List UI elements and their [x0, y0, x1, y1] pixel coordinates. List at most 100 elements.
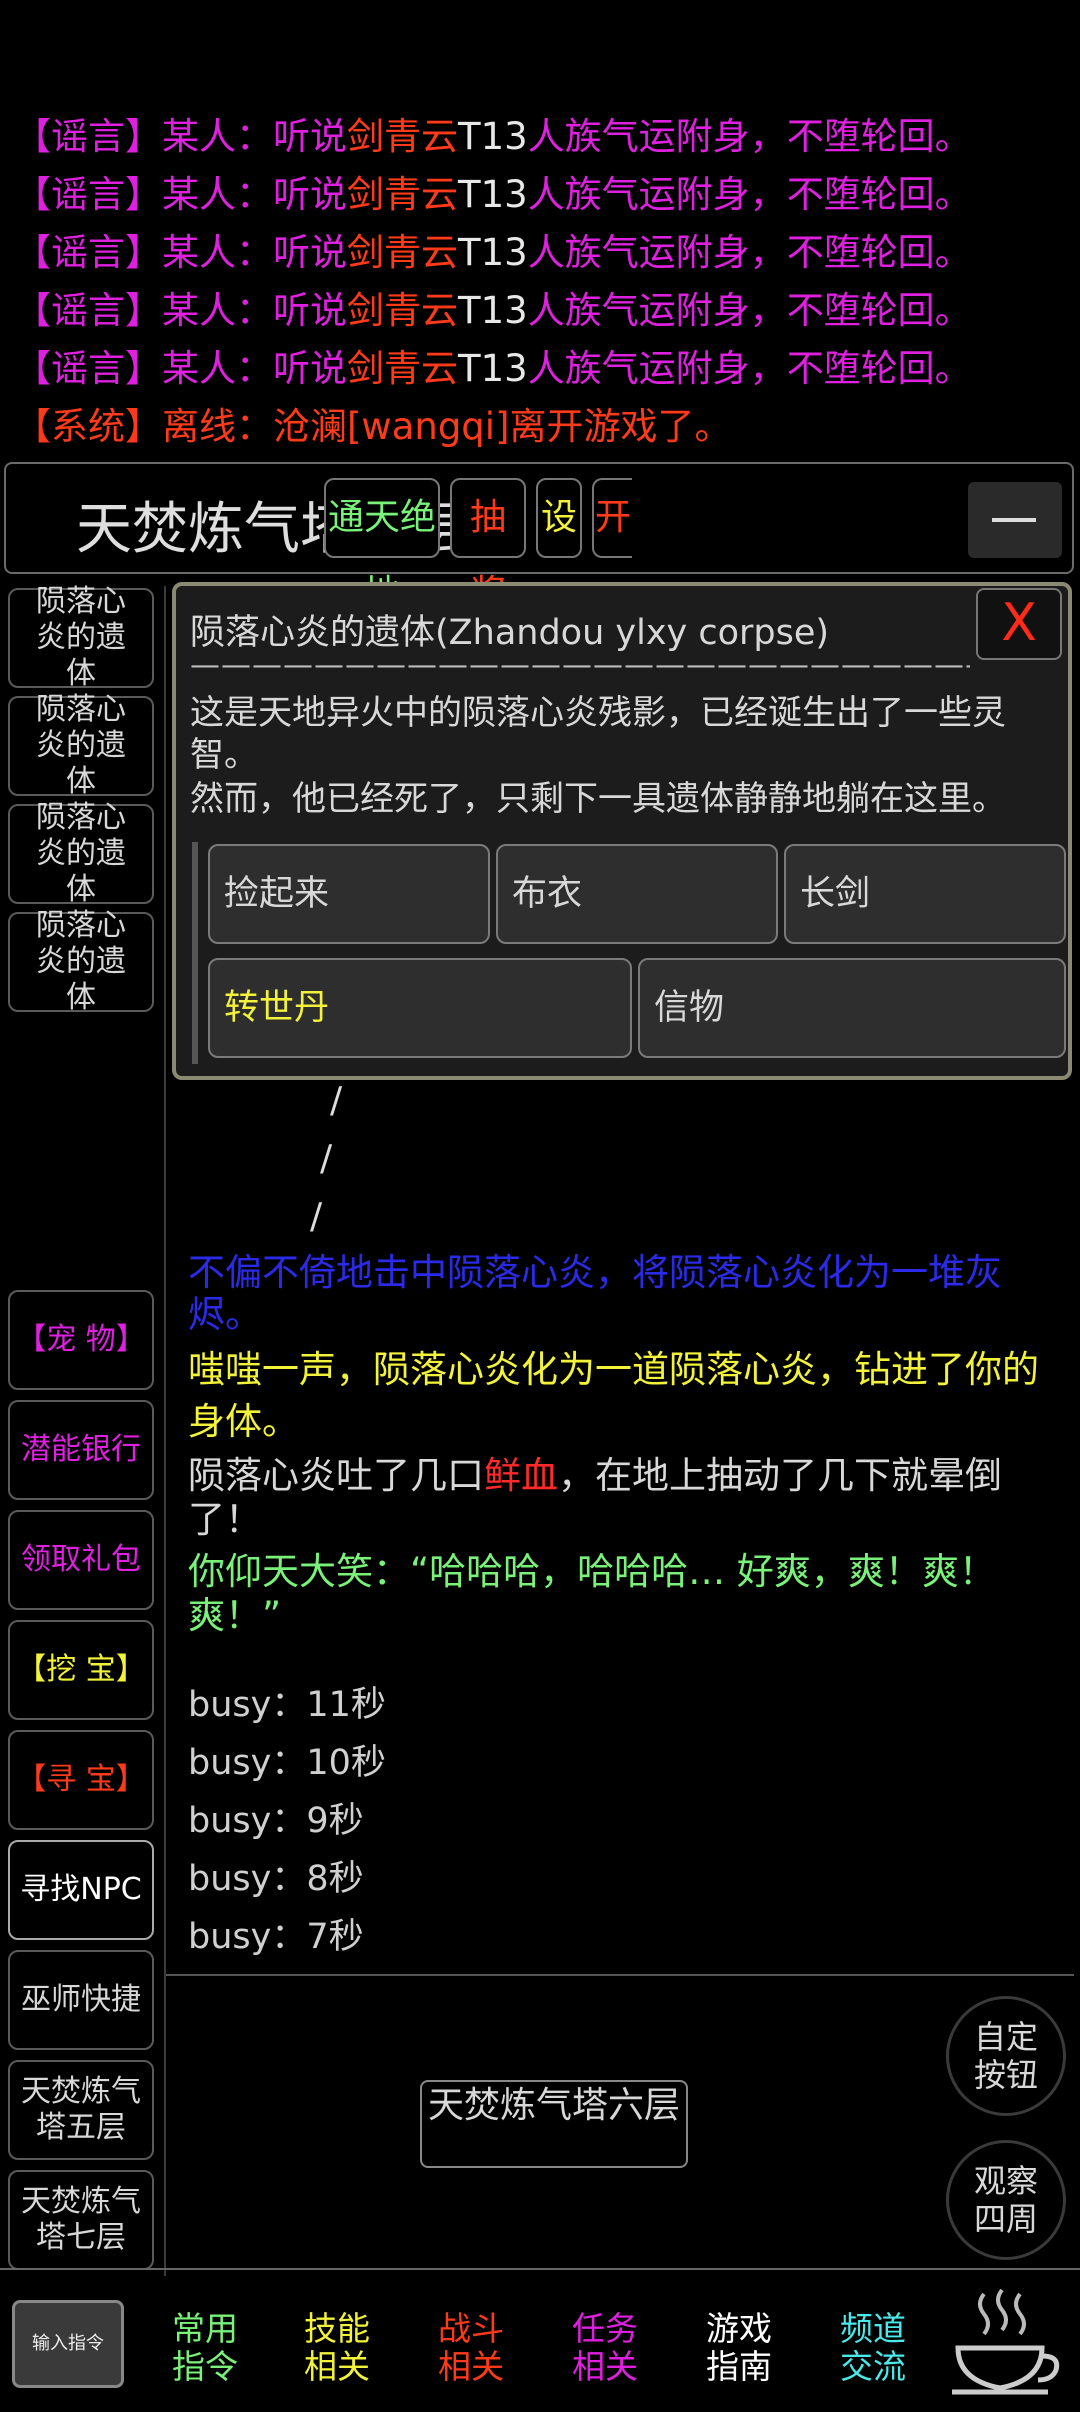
current-room-button[interactable]: 天焚炼气塔六层 — [420, 2080, 688, 2168]
nav-skills-label: 技能相关 — [304, 2309, 370, 2386]
tea-cup-icon[interactable] — [944, 2282, 1064, 2402]
dialog-desc-line: 然而，他已经死了，只剩下一具遗体静静地躺在这里。 — [190, 779, 1006, 819]
chat-code: T13 — [458, 231, 528, 274]
chat-system-speaker: 离线： — [162, 405, 273, 448]
chat-text: 不堕轮回。 — [786, 231, 972, 274]
chat-text: 人族气运附身， — [527, 173, 787, 216]
custom-button-label: 自定按钮 — [973, 2018, 1038, 2094]
chat-text: 听说 — [273, 115, 347, 158]
command-input-button[interactable]: 输入指令 — [12, 2300, 124, 2388]
observe-button[interactable]: 观察四周 — [946, 2140, 1066, 2260]
find-npc-button[interactable]: 寻找NPC — [8, 1840, 154, 1940]
sword-item-button[interactable]: 长剑 — [784, 844, 1066, 944]
chat-player-name[interactable]: 剑青云 — [347, 115, 458, 158]
chat-system-channel: 【系统】 — [14, 405, 162, 448]
chat-rumor-line: 【谣言】某人：听说剑青云T13人族气运附身，不堕轮回。 — [14, 108, 1074, 166]
chat-speaker: 某人： — [162, 347, 273, 390]
busy-line: busy：8秒 — [188, 1859, 364, 1899]
dig-treasure-button[interactable]: 【挖 宝】 — [8, 1620, 154, 1720]
chat-panel: 【谣言】某人：听说剑青云T13人族气运附身，不堕轮回。 【谣言】某人：听说剑青云T… — [14, 108, 1074, 456]
chat-player-name[interactable]: 剑青云 — [347, 289, 458, 332]
room-header: 天焚炼气塔六层 通天绝地 抽 奖 设 开 — [4, 462, 1074, 614]
chat-channel: 【谣言】 — [14, 115, 162, 158]
dialog-rail — [192, 842, 198, 1064]
log-absorb: 嗤嗤一声，陨落心炎化为一道陨落心炎，钻进了你的身体。 — [188, 1348, 1039, 1443]
nav-combat[interactable]: 战斗相关 — [416, 2298, 526, 2398]
chat-text: 人族气运附身， — [527, 289, 787, 332]
wizard-button[interactable]: 巫师快捷 — [8, 1950, 154, 2050]
lottery-button[interactable]: 抽 奖 — [450, 478, 526, 614]
log-blood: 鲜血 — [484, 1454, 558, 1497]
chat-rumor-line: 【谣言】某人：听说剑青云T13人族气运附身，不堕轮回。 — [14, 282, 1074, 340]
log-slash: / — [330, 1080, 343, 1121]
chat-speaker: 某人： — [162, 289, 273, 332]
corpse-item[interactable]: 陨落心炎的遗体 — [8, 692, 154, 799]
log-laugh: 你仰天大笑：“哈哈哈，哈哈哈… 好爽，爽！爽！爽！” — [188, 1550, 996, 1637]
nav-quests-label: 任务相关 — [572, 2309, 638, 2386]
custom-button[interactable]: 自定按钮 — [946, 1996, 1066, 2116]
chat-text: 不堕轮回。 — [786, 289, 972, 332]
dialog-desc-line: 这是天地异火中的陨落心炎残影，已经诞生出了一些灵智。 — [190, 693, 1006, 775]
chat-code: T13 — [458, 115, 528, 158]
corpse-item[interactable]: 陨落心炎的遗体 — [8, 584, 154, 691]
chat-channel: 【谣言】 — [14, 231, 162, 274]
corpse-item[interactable]: 陨落心炎的遗体 — [8, 800, 154, 907]
nav-guide[interactable]: 游戏指南 — [684, 2298, 794, 2398]
chat-text: 不堕轮回。 — [786, 173, 972, 216]
chat-rumor-line: 【谣言】某人：听说剑青云T13人族气运附身，不堕轮回。 — [14, 340, 1074, 398]
bottom-divider — [0, 2268, 1080, 2270]
chat-player-name[interactable]: 剑青云 — [347, 173, 458, 216]
seek-treasure-button[interactable]: 【寻 宝】 — [8, 1730, 154, 1830]
token-item-button[interactable]: 信物 — [638, 958, 1066, 1058]
pet-button[interactable]: 【宠 物】 — [8, 1290, 154, 1390]
chat-system-msg: 沧澜[wangqi]离开游戏了。 — [273, 405, 732, 448]
bank-button[interactable]: 潜能银行 — [8, 1400, 154, 1500]
busy-line: busy：7秒 — [188, 1917, 364, 1957]
gift-button[interactable]: 领取礼包 — [8, 1510, 154, 1610]
log-vomit: 陨落心炎吐了几口鲜血，在地上抽动了几下就晕倒了！ — [188, 1454, 1068, 1542]
chat-text: 不堕轮回。 — [786, 347, 972, 390]
busy-line: busy：9秒 — [188, 1801, 364, 1841]
dialog-separator: —————————————————————————— — [190, 648, 970, 683]
pickup-button[interactable]: 捡起来 — [208, 844, 490, 944]
corpse-label: 陨落心炎的遗体 — [36, 692, 126, 799]
log-vomit-pre: 陨落心炎吐了几口 — [188, 1454, 484, 1497]
chat-player-name[interactable]: 剑青云 — [347, 347, 458, 390]
busy-line: busy：10秒 — [188, 1743, 386, 1783]
chat-code: T13 — [458, 173, 528, 216]
collapse-button[interactable] — [968, 482, 1062, 558]
floor5-exit[interactable]: 天焚炼气塔五层 — [8, 2060, 154, 2160]
close-button[interactable]: X — [976, 588, 1062, 660]
dialog-description: 这是天地异火中的陨落心炎残影，已经诞生出了一些灵智。 然而，他已经死了，只剩下一… — [190, 692, 1062, 820]
chat-text: 人族气运附身， — [527, 231, 787, 274]
corpse-item[interactable]: 陨落心炎的遗体 — [8, 908, 154, 1015]
chat-text: 不堕轮回。 — [786, 115, 972, 158]
corpse-label: 陨落心炎的遗体 — [36, 800, 126, 907]
chat-code: T13 — [458, 289, 528, 332]
chat-speaker: 某人： — [162, 231, 273, 274]
tongtian-button[interactable]: 通天绝地 — [324, 478, 440, 614]
chat-player-name[interactable]: 剑青云 — [347, 231, 458, 274]
chat-channel: 【谣言】 — [14, 289, 162, 332]
nav-quests[interactable]: 任务相关 — [550, 2298, 660, 2398]
nav-skills[interactable]: 技能相关 — [282, 2298, 392, 2398]
floor7-exit[interactable]: 天焚炼气塔七层 — [8, 2170, 154, 2270]
log-divider — [166, 1974, 1074, 1976]
pill-item-button[interactable]: 转世丹 — [208, 958, 632, 1058]
open-button[interactable]: 开 — [592, 478, 632, 558]
combat-log: 不偏不倚地击中陨落心炎，将陨落心炎化为一堆灰烬。 嗤嗤一声，陨落心炎化为一道陨落… — [188, 1252, 1068, 1638]
nav-channels[interactable]: 频道交流 — [818, 2298, 928, 2398]
busy-line: busy：11秒 — [188, 1685, 386, 1725]
nav-common[interactable]: 常用指令 — [150, 2298, 260, 2398]
cloth-item-button[interactable]: 布衣 — [496, 844, 778, 944]
corpse-label: 陨落心炎的遗体 — [36, 584, 126, 691]
floor5-label: 天焚炼气塔五层 — [21, 2074, 141, 2145]
settings-button[interactable]: 设 — [536, 478, 582, 558]
nav-combat-label: 战斗相关 — [438, 2309, 504, 2386]
chat-speaker: 某人： — [162, 173, 273, 216]
corpse-label: 陨落心炎的遗体 — [36, 908, 126, 1015]
chat-text: 听说 — [273, 347, 347, 390]
log-hit: 不偏不倚地击中陨落心炎，将陨落心炎化为一堆灰烬。 — [188, 1251, 1002, 1336]
chat-text: 听说 — [273, 231, 347, 274]
minus-icon — [992, 518, 1036, 522]
